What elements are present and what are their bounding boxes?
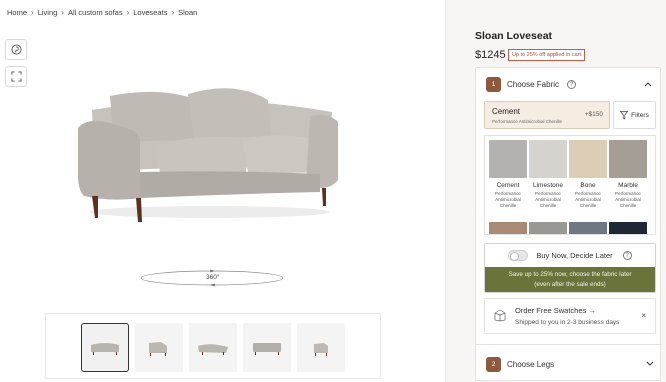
breadcrumb-sloan: Sloan	[178, 8, 198, 17]
product-price: $1245	[475, 49, 506, 61]
product-gallery: Home › Living › All custom sofas › Loves…	[0, 0, 445, 382]
fullscreen-button[interactable]	[5, 66, 27, 87]
thumbnail-angle[interactable]	[189, 323, 237, 372]
swatch-desc: Performance Antimicrobial Chenille	[495, 191, 521, 208]
chevron-right-icon: ›	[126, 8, 130, 17]
step-label: Choose Legs	[507, 360, 555, 369]
chevron-right-icon: ›	[31, 8, 34, 17]
selected-fabric-name: Cement	[492, 107, 521, 116]
swatch-chip	[489, 140, 527, 178]
free-swatches-card[interactable]: Order Free Swatches → Shipped to you in …	[484, 298, 656, 334]
buy-now-label: Buy Now, Decide Later	[536, 251, 613, 260]
fabric-swatch[interactable]	[609, 222, 647, 234]
promo-badge: Up to 25% off applied in cart	[508, 49, 585, 61]
buy-now-toggle[interactable]	[508, 250, 529, 261]
fabric-swatch[interactable]: Marble Performance Antimicrobial Chenille	[609, 140, 647, 209]
close-icon[interactable]: ×	[641, 311, 646, 320]
thumbnail-front[interactable]	[81, 323, 129, 372]
breadcrumb-living[interactable]: Living	[38, 8, 58, 17]
sofa-thumbnail-image	[253, 342, 281, 355]
arrow-right-icon: →	[588, 306, 596, 315]
chevron-up-icon[interactable]	[644, 80, 652, 89]
step-header: 2 Choose Legs	[486, 357, 554, 372]
step-number-badge: 1	[486, 77, 501, 92]
thumbnail-side[interactable]	[135, 323, 183, 372]
sofa-thumbnail-image	[149, 341, 167, 356]
swatch-box-icon	[494, 309, 506, 322]
swatch-chip	[529, 222, 567, 234]
free-swatches-title[interactable]: Order Free Swatches →	[515, 306, 596, 315]
swatch-chip	[609, 140, 647, 178]
swatch-desc: Performance Antimicrobial Chenille	[535, 191, 561, 208]
swatch-name: Bone	[580, 182, 596, 189]
chevron-down-icon[interactable]	[646, 360, 654, 369]
selected-fabric-price: +$150	[584, 111, 603, 118]
thumbnail-detail[interactable]	[297, 323, 345, 372]
fabric-swatch[interactable]	[569, 222, 607, 234]
rotate-360-label: 360°	[206, 274, 220, 281]
swatch-chip	[569, 222, 607, 234]
fabric-swatch[interactable]	[529, 222, 567, 234]
swatch-chip	[609, 222, 647, 234]
help-icon[interactable]: ?	[567, 80, 577, 89]
breadcrumb-all-custom-sofas[interactable]: All custom sofas	[68, 8, 123, 17]
product-title: Sloan Loveseat	[475, 30, 553, 42]
step-number-badge: 2	[486, 357, 501, 372]
breadcrumb-home[interactable]: Home	[7, 8, 27, 17]
filter-icon	[620, 110, 629, 120]
free-swatches-subtitle: Shipped to you in 2-3 business days	[515, 319, 620, 326]
product-image[interactable]	[70, 80, 350, 225]
thumbnail-back[interactable]	[243, 323, 291, 372]
swatch-chip	[489, 222, 527, 234]
sofa-thumbnail-image	[198, 343, 228, 355]
selected-fabric[interactable]: Cement Performance Antimicrobial Chenill…	[484, 101, 610, 129]
step-choose-legs-header[interactable]: 2 Choose Legs	[476, 344, 662, 382]
swatch-chip	[529, 140, 567, 178]
fabric-swatch[interactable]	[489, 222, 527, 234]
swatch-desc: Performance Antimicrobial Chenille	[575, 191, 601, 208]
swatch-desc: Performance Antimicrobial Chenille	[615, 191, 641, 208]
swatch-chip	[569, 140, 607, 178]
product-config-panel: Sloan Loveseat $1245 Up to 25% off appli…	[445, 0, 666, 382]
fabric-swatch[interactable]: Limestone Performance Antimicrobial Chenil…	[529, 140, 567, 209]
fabric-swatch-grid: Cement Performance Antimicrobial Chenille …	[484, 135, 656, 235]
chevron-right-icon: ›	[61, 8, 64, 17]
expand-icon	[10, 71, 22, 82]
filters-label: Filters	[631, 111, 649, 119]
chevron-right-icon: ›	[171, 8, 175, 17]
filters-button[interactable]: Filters	[613, 101, 656, 129]
swatch-name: Limestone	[533, 182, 563, 189]
buy-now-decide-later: Buy Now, Decide Later ? Save up to 25% n…	[484, 243, 656, 293]
help-icon[interactable]: ?	[622, 251, 632, 260]
pinterest-button[interactable]	[5, 39, 27, 60]
fabric-swatch[interactable]: Bone Performance Antimicrobial Chenille	[569, 140, 607, 209]
sofa-thumbnail-image	[314, 342, 328, 356]
options-accordion: 1 Choose Fabric ? Cement Performance Ant…	[475, 67, 662, 382]
sofa-thumbnail-image	[91, 342, 119, 355]
step-label: Choose Fabric	[507, 80, 560, 89]
step-choose-fabric-header[interactable]: 1 Choose Fabric ?	[486, 77, 577, 92]
fabric-swatch[interactable]: Cement Performance Antimicrobial Chenille	[489, 140, 527, 209]
selected-fabric-desc: Performance Antimicrobial Chenille	[492, 119, 563, 124]
swatch-name: Marble	[618, 182, 638, 189]
breadcrumb: Home › Living › All custom sofas › Loves…	[7, 8, 197, 17]
swatch-name: Cement	[496, 182, 520, 189]
breadcrumb-loveseats[interactable]: Loveseats	[133, 8, 167, 17]
thumbnail-strip	[45, 313, 381, 379]
pinterest-icon	[10, 44, 22, 55]
sale-banner: Save up to 25% now, choose the fabric la…	[485, 267, 655, 292]
sofa-image	[78, 88, 338, 222]
